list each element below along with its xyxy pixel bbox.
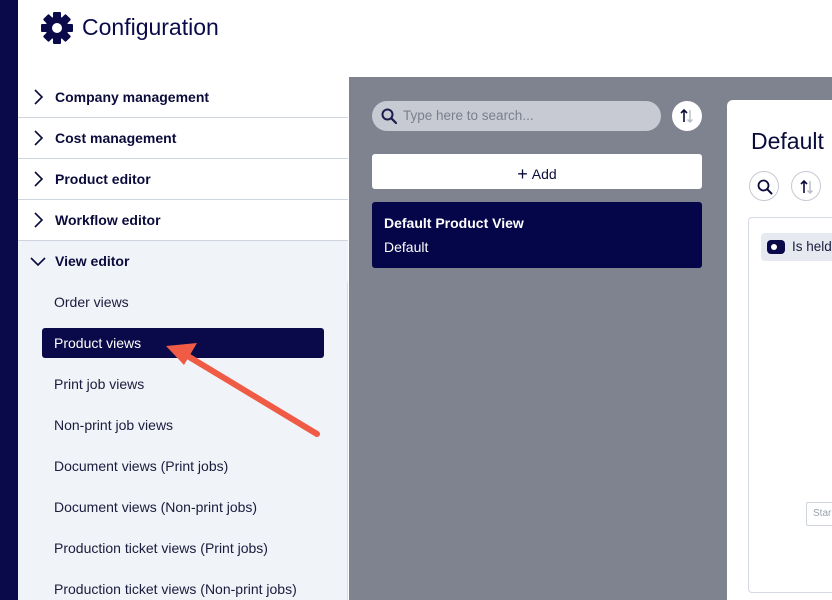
view-card-default-product-view[interactable]: Default Product View Default [372,202,702,268]
section-label: Product editor [55,171,151,187]
small-field-box[interactable]: Star [806,502,832,526]
search-icon [381,108,398,125]
left-rail [0,0,18,600]
view-detail-area: Default Is held Star [725,77,832,600]
view-item-production-ticket-print[interactable]: Production ticket views (Print jobs) [54,540,268,556]
detail-title: Default [751,128,824,154]
search-input[interactable]: Type here to search... [372,101,661,131]
sort-button[interactable] [672,101,702,131]
page-title: Configuration [82,14,219,40]
add-label: Add [531,166,557,182]
detail-search-button[interactable] [749,171,779,201]
chevron-down-icon [30,257,46,267]
sort-icon [680,108,693,123]
section-label: Workflow editor [55,212,161,228]
section-label: Cost management [55,130,177,146]
chevron-right-icon [34,130,44,146]
view-item-print-job-views[interactable]: Print job views [54,376,144,392]
section-label: View editor [55,253,130,269]
views-list-panel: Type here to search... + Add Default Prod… [349,77,725,600]
view-item-non-print-job-views[interactable]: Non-print job views [54,417,173,433]
section-company-management[interactable]: Company management [18,77,348,118]
section-label: Company management [55,89,210,105]
chevron-right-icon [34,212,44,228]
chevron-right-icon [34,171,44,187]
plus-icon: + [517,164,528,184]
view-item-product-views[interactable]: Product views [42,328,324,358]
sidebar: Company management Cost management Produ… [18,77,348,600]
toggle-icon [767,240,785,254]
view-item-document-views-non-print[interactable]: Document views (Non-print jobs) [54,499,257,515]
detail-sort-button[interactable] [791,171,821,201]
search-icon [757,179,773,195]
view-item-production-ticket-non-print[interactable]: Production ticket views (Non-print jobs) [54,581,297,597]
small-field-label: Star [813,508,832,519]
section-view-editor[interactable]: View editor [18,241,348,282]
section-workflow-editor[interactable]: Workflow editor [18,200,348,241]
view-item-order-views[interactable]: Order views [54,294,129,310]
add-view-button[interactable]: + Add [372,154,702,189]
field-chip-is-held[interactable]: Is held [761,233,832,261]
view-detail-panel: Default Is held Star [727,100,832,600]
section-cost-management[interactable]: Cost management [18,118,348,159]
page-header: Configuration [18,0,832,77]
gear-icon [41,12,73,44]
view-item-document-views-print[interactable]: Document views (Print jobs) [54,458,228,474]
field-chip-label: Is held [792,239,832,254]
view-card-title: Default Product View [384,215,524,231]
sort-icon [800,179,813,194]
chevron-right-icon [34,89,44,105]
view-card-subtitle: Default [384,239,429,255]
search-placeholder: Type here to search... [403,108,534,123]
section-product-editor[interactable]: Product editor [18,159,348,200]
detail-fields-box: Is held Star [748,217,832,593]
